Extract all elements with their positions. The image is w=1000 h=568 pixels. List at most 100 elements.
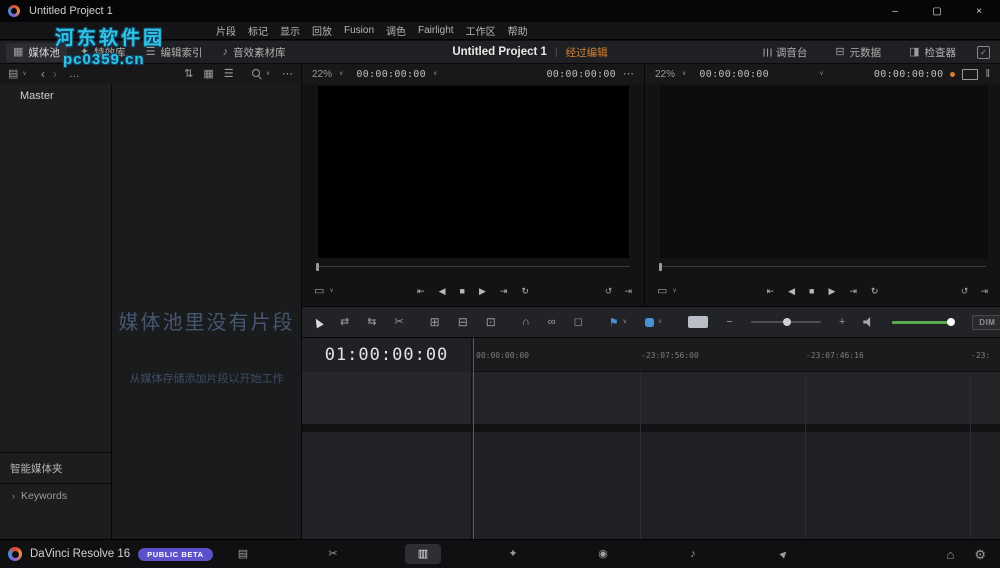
playhead-timecode[interactable]: 01:00:00:00 (325, 345, 449, 365)
menu-fairlight[interactable]: Fairlight (418, 25, 454, 36)
go-to-start-button[interactable]: ⇤ (417, 286, 425, 296)
loop-playback-icon[interactable]: ↺ (605, 286, 613, 296)
display-mode-icon[interactable] (962, 68, 979, 80)
audio-track-lane[interactable] (472, 432, 1000, 540)
loop-button[interactable]: ↻ (871, 286, 879, 296)
menu-mark[interactable]: 标记 (248, 23, 268, 38)
source-jog-marker[interactable] (316, 263, 319, 271)
snapping-button[interactable]: ∩ (522, 316, 530, 328)
go-to-start-button[interactable]: ⇤ (767, 286, 775, 296)
overwrite-clip-button[interactable]: ⊟ (458, 316, 468, 328)
timeline-zoom-chevron-icon[interactable]: ∨ (682, 71, 686, 77)
timeline-timecode-right[interactable]: 00:00:00:00 (874, 69, 944, 80)
timeline-view-options-button[interactable] (688, 316, 709, 328)
list-view-icon[interactable]: ☰ (224, 68, 234, 80)
minimize-button[interactable]: – (874, 0, 916, 22)
source-jog-bar[interactable] (316, 263, 630, 275)
close-button[interactable]: × (958, 0, 1000, 22)
bin-master[interactable]: Master (0, 84, 111, 102)
insert-clip-button[interactable]: ⊞ (430, 316, 440, 328)
source-timecode-chevron-icon[interactable]: ∨ (433, 71, 437, 77)
stop-button[interactable]: ■ (460, 286, 465, 296)
source-zoom-chevron-icon[interactable]: ∨ (339, 71, 343, 77)
video-track-lane[interactable] (472, 372, 1000, 424)
loop-button[interactable]: ↻ (521, 286, 529, 296)
play-button[interactable]: ▶ (479, 286, 486, 296)
chevron-down-icon[interactable]: ∨ (22, 71, 26, 77)
viewer-panel-toggle-icon[interactable]: ‖ (985, 68, 990, 80)
grid-view-icon[interactable]: ▦ (203, 68, 213, 80)
playhead-line[interactable] (473, 338, 474, 540)
page-edit[interactable]: ▥ (405, 544, 441, 564)
media-pool-panel[interactable]: 媒体池里没有片段 从媒体存储添加片段以开始工作 (112, 84, 302, 540)
menu-fusion[interactable]: Fusion (344, 25, 374, 36)
match-frame-icon[interactable]: ⇥ (624, 286, 632, 296)
video-track-header[interactable] (302, 372, 472, 424)
loop-playback-icon[interactable]: ↺ (961, 286, 969, 296)
timeline-jog-bar[interactable] (659, 263, 986, 275)
audio-track-header[interactable] (302, 432, 472, 540)
zoom-slider[interactable] (750, 318, 821, 326)
page-fusion[interactable]: ✦ (495, 544, 531, 564)
timeline-viewer-screen[interactable] (660, 86, 988, 258)
step-back-button[interactable]: ◀ (788, 286, 795, 296)
project-settings-gear-icon[interactable]: ⚙ (974, 548, 986, 561)
dynamic-trim-tool-button[interactable]: ⇆ (367, 316, 376, 328)
media-pool-more-icon[interactable]: ⋯ (282, 68, 293, 80)
source-timecode-right[interactable]: 00:00:00:00 (546, 69, 616, 80)
search-chevron-icon[interactable]: ∨ (266, 71, 270, 77)
source-viewer-screen[interactable] (318, 86, 629, 258)
zoom-out-button[interactable]: − (726, 316, 732, 328)
timeline-zoom-value[interactable]: 22% (655, 69, 675, 80)
page-deliver[interactable]: ▲ (765, 544, 801, 564)
play-button[interactable]: ▶ (828, 286, 835, 296)
page-cut[interactable]: ✂ (315, 544, 351, 564)
match-frame-icon[interactable]: ⇥ (980, 286, 988, 296)
trim-edit-tool-button[interactable]: ⇄ (340, 316, 349, 328)
project-status[interactable]: 经过编辑 (566, 45, 608, 60)
search-icon[interactable] (251, 69, 262, 79)
replace-clip-button[interactable]: ⊡ (486, 316, 496, 328)
project-manager-home-icon[interactable]: ⌂ (946, 548, 954, 561)
zoom-in-button[interactable]: + (839, 316, 845, 328)
sort-icon[interactable]: ⇅ (184, 68, 193, 80)
zoom-slider-thumb[interactable] (782, 318, 791, 326)
source-options-icon[interactable]: ⋯ (623, 68, 634, 80)
source-timecode[interactable]: 00:00:00:00 (356, 69, 426, 80)
menu-clip[interactable]: 片段 (216, 23, 236, 38)
menu-help[interactable]: 帮助 (508, 23, 528, 38)
go-to-end-button[interactable]: ⇥ (849, 286, 857, 296)
timeline-ruler[interactable]: 00:00:00:00 -23:07:56:00 -23:07:46:16 -2… (472, 338, 1000, 372)
audio-level-slider[interactable] (892, 318, 956, 326)
selection-tool-button[interactable] (312, 316, 324, 328)
marker-button[interactable]: ∨ (645, 317, 662, 327)
menu-workspace[interactable]: 工作区 (466, 23, 496, 38)
menu-color[interactable]: 调色 (386, 23, 406, 38)
timeline-timecode-box[interactable]: 01:00:00:00 (302, 338, 472, 372)
dim-button[interactable]: DIM (972, 314, 1000, 330)
razor-tool-button[interactable]: ✂ (394, 316, 403, 328)
forward-button[interactable]: › (53, 68, 57, 80)
menu-view[interactable]: 显示 (280, 23, 300, 38)
audio-level-thumb[interactable] (947, 318, 956, 326)
page-media[interactable]: ▤ (225, 544, 261, 564)
timeline-aspect-dropdown[interactable]: ▭ ∨ (657, 285, 677, 297)
stop-button[interactable]: ■ (809, 286, 814, 296)
go-to-end-button[interactable]: ⇥ (500, 286, 508, 296)
maximize-button[interactable]: ▢ (916, 0, 958, 22)
bin-panel-icon[interactable]: ▤ (8, 68, 18, 80)
keywords-row[interactable]: › Keywords (0, 484, 111, 502)
timeline-timecode[interactable]: 00:00:00:00 (699, 69, 769, 80)
smart-bins-header[interactable]: 智能媒体夹 (0, 453, 111, 484)
page-fairlight[interactable]: ♪ (675, 544, 711, 564)
back-button[interactable]: ‹ (41, 68, 45, 80)
speaker-icon[interactable] (863, 317, 871, 327)
path-ellipsis[interactable]: … (69, 68, 80, 80)
source-zoom-value[interactable]: 22% (312, 69, 332, 80)
timeline-jog-marker[interactable] (659, 263, 662, 271)
flag-button[interactable]: ⚑ ∨ (609, 316, 627, 329)
linked-selection-button[interactable]: ∞ (548, 316, 556, 328)
step-back-button[interactable]: ◀ (439, 286, 446, 296)
menu-playback[interactable]: 回放 (312, 23, 332, 38)
page-color[interactable]: ◉ (585, 544, 621, 564)
